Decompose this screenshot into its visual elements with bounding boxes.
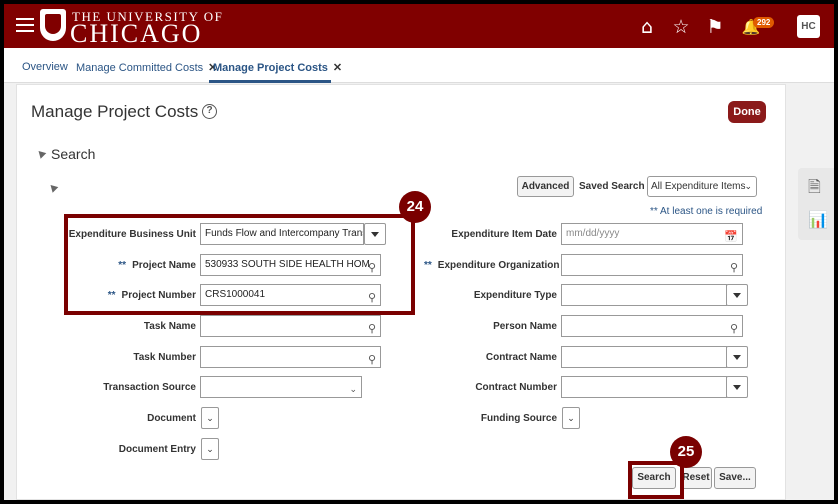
expenditure-type-field[interactable] <box>561 284 727 306</box>
contract-number-label: Contract Number <box>475 382 557 393</box>
document-select[interactable]: ⌄ <box>201 407 219 429</box>
transaction-source-select[interactable]: ⌄ <box>200 376 362 398</box>
task-number-label: Task Number <box>133 352 196 363</box>
notification-badge: 292 <box>753 17 775 28</box>
contract-name-label: Contract Name <box>485 352 557 363</box>
expenditure-type-dropdown[interactable] <box>726 284 748 306</box>
bar-chart-icon[interactable]: 📊 <box>808 210 828 229</box>
callout-number-25: 25 <box>670 436 702 468</box>
document-icon[interactable]: 🗎 <box>808 176 821 203</box>
advanced-button[interactable]: Advanced <box>517 176 574 197</box>
university-shield-logo <box>40 9 66 41</box>
done-button[interactable]: Done <box>728 101 766 123</box>
logo-title: CHICAGO <box>70 19 203 48</box>
contract-name-dropdown[interactable] <box>726 346 748 368</box>
person-name-field[interactable]: ⚲ <box>561 315 743 337</box>
task-name-field[interactable]: ⚲ <box>200 315 381 337</box>
search-icon[interactable]: ⚲ <box>368 350 376 367</box>
close-icon[interactable]: ✕ <box>333 62 342 74</box>
contract-number-dropdown[interactable] <box>726 376 748 398</box>
active-tab-indicator <box>209 80 331 83</box>
star-icon[interactable]: ☆ <box>670 16 692 38</box>
help-icon[interactable]: ? <box>202 104 217 119</box>
app-frame: THE UNIVERSITY OF CHICAGO ⌂ ☆ ⚑ 🔔 292 HC… <box>4 4 834 500</box>
home-icon[interactable]: ⌂ <box>636 16 658 38</box>
task-number-field[interactable]: ⚲ <box>200 346 381 368</box>
menu-icon[interactable] <box>16 18 34 34</box>
search-section-header[interactable]: Search <box>51 146 95 162</box>
tab-manage-project-costs[interactable]: Manage Project Costs ✕ <box>213 61 342 74</box>
person-name-label: Person Name <box>493 321 557 332</box>
page-title: Manage Project Costs <box>31 102 199 121</box>
contract-name-field[interactable] <box>561 346 727 368</box>
funding-source-label: Funding Source <box>480 413 557 424</box>
document-entry-select[interactable]: ⌄ <box>201 438 219 460</box>
expenditure-type-label: Expenditure Type <box>473 290 557 301</box>
search-icon[interactable]: ⚲ <box>730 319 738 336</box>
callout-number-24: 24 <box>399 191 431 223</box>
top-bar: THE UNIVERSITY OF CHICAGO ⌂ ☆ ⚑ 🔔 292 HC <box>4 4 834 48</box>
chevron-down-icon: ⌄ <box>744 181 752 191</box>
funding-source-select[interactable]: ⌄ <box>562 407 580 429</box>
search-icon[interactable]: ⚲ <box>368 319 376 336</box>
task-name-label: Task Name <box>143 321 196 332</box>
callout-highlight-24 <box>64 214 415 315</box>
save-button[interactable]: Save... <box>714 467 756 489</box>
tab-manage-committed-costs[interactable]: Manage Committed Costs ✕ <box>76 61 217 74</box>
organization-field[interactable]: ⚲ <box>561 254 743 276</box>
tab-overview[interactable]: Overview <box>22 61 68 73</box>
callout-highlight-25 <box>628 461 684 499</box>
search-icon[interactable]: ⚲ <box>730 258 738 275</box>
flag-icon[interactable]: ⚑ <box>704 16 726 38</box>
reset-button[interactable]: Reset <box>680 467 712 489</box>
organization-label: ** Expenditure Organization <box>424 260 560 271</box>
tab-bar: Overview Manage Committed Costs ✕ Manage … <box>4 48 834 83</box>
document-label: Document <box>147 413 196 424</box>
calendar-icon[interactable]: 📅 <box>724 227 738 244</box>
side-panel-icons: 🗎 📊 <box>798 168 834 240</box>
item-date-field[interactable]: mm/dd/yyyy 📅 <box>561 223 743 245</box>
transaction-source-label: Transaction Source <box>103 382 196 393</box>
contract-number-field[interactable] <box>561 376 727 398</box>
required-note: ** At least one is required <box>650 206 763 217</box>
avatar[interactable]: HC <box>797 15 820 38</box>
item-date-label: Expenditure Item Date <box>451 229 557 240</box>
document-entry-label: Document Entry <box>118 444 196 455</box>
saved-search-label: Saved Search <box>579 181 645 192</box>
saved-search-select[interactable]: All Expenditure Items ⌄ <box>647 176 757 197</box>
chevron-down-icon: ⌄ <box>349 385 357 395</box>
